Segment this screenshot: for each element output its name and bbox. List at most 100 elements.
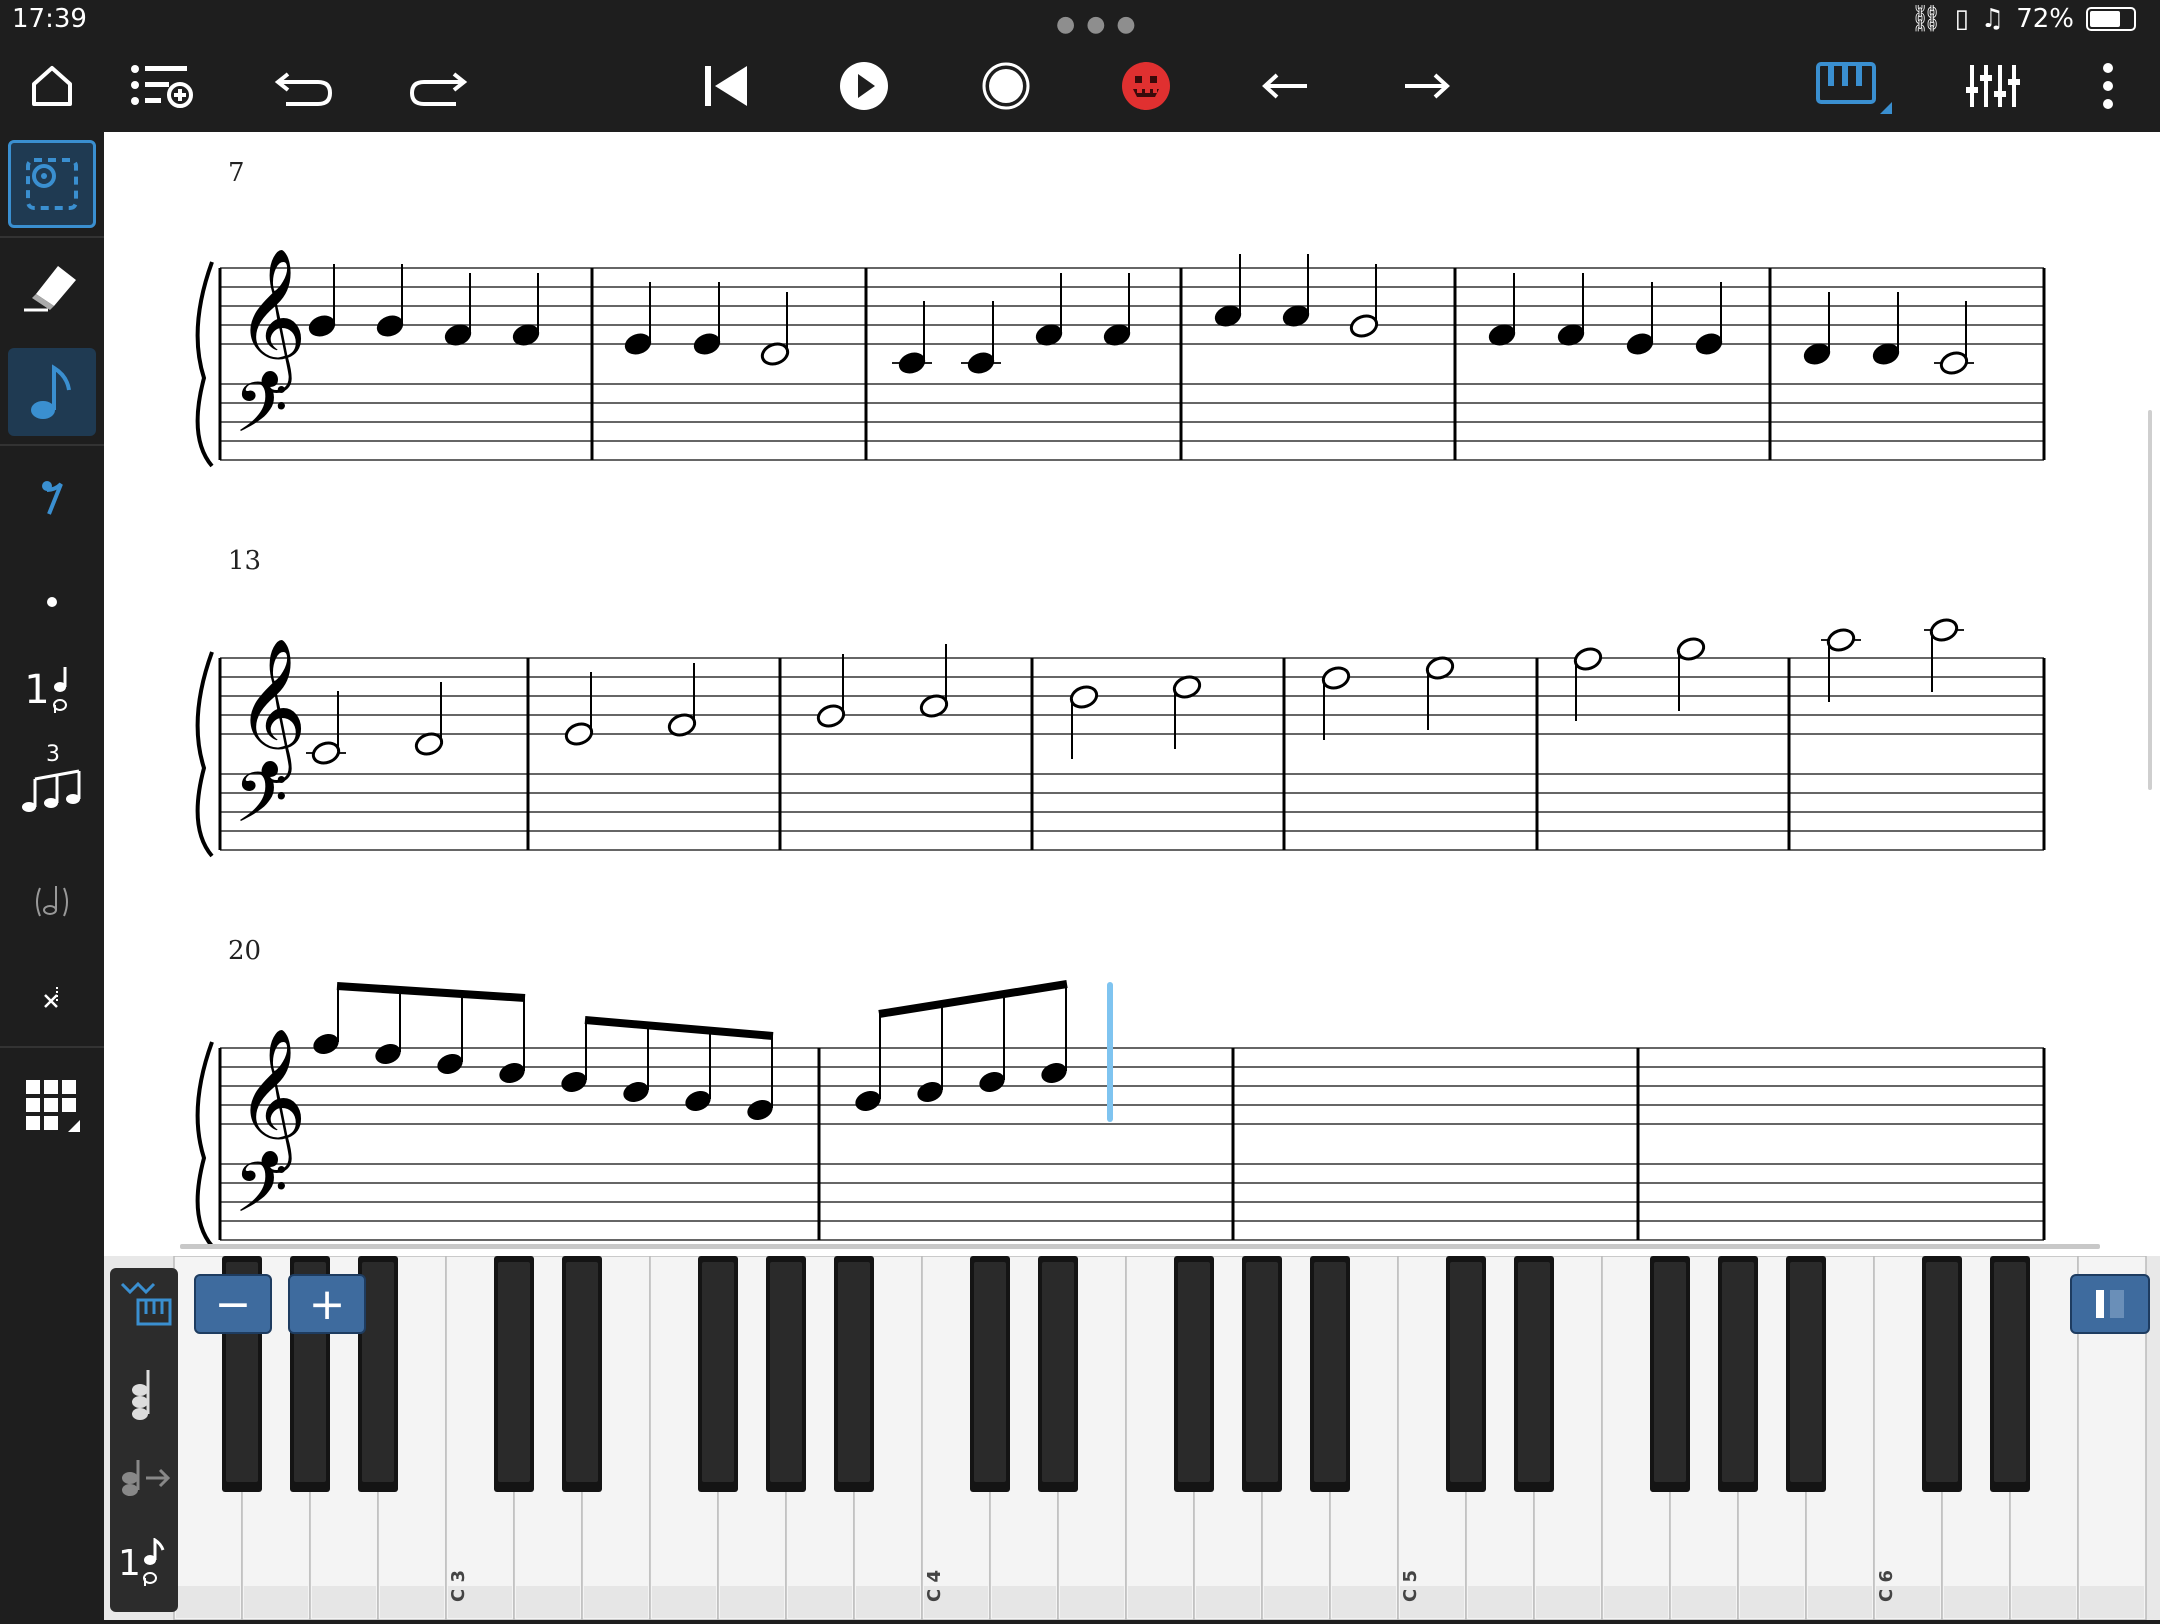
rest-icon[interactable] <box>8 452 96 540</box>
chord-input-icon[interactable] <box>126 1364 162 1428</box>
note-head <box>917 1082 943 1102</box>
arrow-left-icon[interactable] <box>1240 40 1332 132</box>
arrow-right-icon[interactable] <box>1380 40 1472 132</box>
black-key-highlight <box>1518 1262 1550 1482</box>
cross-notehead-icon[interactable] <box>8 954 96 1042</box>
white-key-edge <box>1672 1586 1736 1618</box>
redo-icon[interactable] <box>392 40 484 132</box>
white-key-edge <box>1128 1586 1192 1618</box>
dot-icon[interactable] <box>8 558 96 646</box>
white-key-edge <box>1264 1586 1328 1618</box>
black-key-highlight <box>1790 1262 1822 1482</box>
vertical-scrollbar[interactable] <box>2148 410 2152 790</box>
note-head <box>376 315 404 337</box>
note-head <box>1929 618 1959 642</box>
score-view[interactable]: 𝄞 𝄢 𝄞 𝄢 𝄞 𝄢 7 13 20 <box>104 132 2160 1260</box>
white-key-edge <box>652 1586 716 1618</box>
keyboard-scroll-handle-icon[interactable] <box>2070 1274 2150 1334</box>
home-icon[interactable] <box>6 40 98 132</box>
note-head <box>313 1034 339 1054</box>
keyboard-input-mode-icon[interactable] <box>118 1278 174 1332</box>
measure-number-20: 20 <box>228 936 262 966</box>
note-head <box>437 1054 463 1074</box>
white-key-edge <box>992 1586 1056 1618</box>
note-head <box>816 704 846 728</box>
white-key-edge <box>2012 1586 2076 1618</box>
note-head <box>693 333 721 355</box>
record-icon[interactable] <box>960 40 1052 132</box>
keyboard-voice-icon[interactable]: 1 <box>118 1538 165 1588</box>
add-track-icon[interactable] <box>116 40 208 132</box>
note-head <box>967 352 995 374</box>
brace <box>195 651 214 858</box>
white-key-edge <box>176 1586 240 1618</box>
white-key-edge <box>1060 1586 1124 1618</box>
note-head <box>747 1100 773 1120</box>
keyboard-zoom-out-button[interactable]: − <box>194 1274 272 1334</box>
headphones-icon: ♫ <box>1980 4 2005 34</box>
white-key-edge <box>380 1586 444 1618</box>
white-key-edge <box>1604 1586 1668 1618</box>
white-key-edge <box>1196 1586 1260 1618</box>
more-icon[interactable] <box>2062 40 2154 132</box>
note-input-icon[interactable] <box>8 348 96 436</box>
note-head <box>685 1091 711 1111</box>
keyboard-side-controls: 1 <box>110 1268 178 1612</box>
note-head <box>1041 1063 1067 1083</box>
piano-keys[interactable]: C 3 C 4 C 5 C 6 <box>104 1255 2160 1621</box>
mixer-icon[interactable] <box>1946 40 2038 132</box>
top-toolbar <box>0 40 2160 132</box>
multitask-dots-icon[interactable]: ● ● ● <box>1056 12 1138 37</box>
clock: 17:39 <box>12 4 87 34</box>
black-key-highlight <box>1178 1262 1210 1482</box>
black-key-highlight <box>566 1262 598 1482</box>
status-icons: ⛓ ▯ ♫ 72% <box>1910 4 2136 34</box>
white-key-edge <box>720 1586 784 1618</box>
note-head <box>898 352 926 374</box>
white-key-edge <box>1808 1586 1872 1618</box>
white-key-edge <box>788 1586 852 1618</box>
triplet-icon[interactable]: 3 <box>8 740 96 828</box>
black-key-highlight <box>838 1262 870 1482</box>
octave-label: C 3 <box>448 1570 469 1602</box>
piano-keyboard-icon[interactable] <box>1808 40 1900 132</box>
keyboard-zoom-in-button[interactable]: + <box>288 1274 366 1334</box>
note-head <box>375 1044 401 1064</box>
step-advance-icon[interactable] <box>118 1454 174 1508</box>
note-head <box>1939 351 1969 375</box>
bass-clef: 𝄢 <box>234 367 288 465</box>
metronome-face-icon[interactable] <box>1100 40 1192 132</box>
note-head <box>311 741 341 765</box>
play-icon[interactable] <box>818 40 910 132</box>
white-key-edge <box>1468 1586 1532 1618</box>
octave-label: C 4 <box>924 1570 945 1602</box>
note-head <box>1626 333 1654 355</box>
black-key-highlight <box>362 1262 394 1482</box>
black-key-highlight <box>1246 1262 1278 1482</box>
white-key-edge <box>312 1586 376 1618</box>
octave-label: C 6 <box>1876 1570 1897 1602</box>
note-head <box>1695 333 1723 355</box>
battery-icon <box>2086 7 2136 31</box>
brace <box>195 261 214 468</box>
bass-clef: 𝄢 <box>234 1147 288 1245</box>
skip-to-start-icon[interactable] <box>680 40 772 132</box>
palette-grid-icon[interactable] <box>8 1062 96 1150</box>
white-key-edge <box>244 1586 308 1618</box>
white-key-edge <box>2080 1586 2144 1618</box>
status-bar: 17:39 ● ● ● ⛓ ▯ ♫ 72% <box>0 0 2160 40</box>
black-key-highlight <box>974 1262 1006 1482</box>
tie-icon[interactable] <box>8 858 96 946</box>
note-head <box>1573 647 1603 671</box>
selection-tool-icon[interactable] <box>8 140 96 228</box>
bass-clef: 𝄢 <box>234 757 288 855</box>
eraser-tool-icon[interactable] <box>8 242 96 330</box>
undo-icon[interactable] <box>258 40 350 132</box>
beam <box>878 980 1068 1018</box>
score-canvas[interactable]: 𝄞𝄢𝄞𝄢𝄞𝄢 <box>104 132 2160 1260</box>
note-head <box>1349 314 1379 338</box>
piano-keyboard[interactable]: C 3 C 4 C 5 C 6 <box>104 1255 2160 1621</box>
beam <box>584 1016 774 1040</box>
note-input-palette: 1 3 <box>0 132 104 1260</box>
voice-icon[interactable]: 1 <box>8 646 96 734</box>
